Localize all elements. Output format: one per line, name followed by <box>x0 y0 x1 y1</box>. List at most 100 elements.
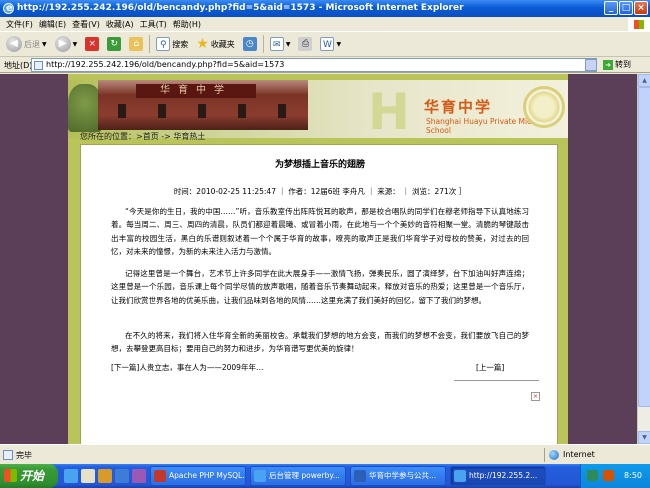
task-huayu[interactable]: 华育中学参与公共... <box>350 466 446 486</box>
word-icon <box>354 470 366 482</box>
task-label: Apache PHP MySQL... <box>169 471 246 480</box>
history-button[interactable]: ◷ <box>241 37 259 51</box>
tray-app-icon[interactable] <box>603 470 614 481</box>
menu-view[interactable]: 查看(V) <box>72 17 106 31</box>
back-button[interactable]: ◀ 后退 ▼ <box>4 36 49 52</box>
ie-icon <box>3 0 14 17</box>
article-card: 为梦想插上音乐的翅膀 时间：2010-02-25 11:25:47 ｜ 作者：1… <box>80 144 558 444</box>
globe-icon <box>549 450 559 460</box>
previous-article-link[interactable]: [上一篇] <box>476 362 504 373</box>
search-icon: ⚲ <box>156 37 171 51</box>
broken-image-icon: × <box>531 392 540 401</box>
task-label: 华育中学参与公共... <box>369 471 437 480</box>
article-meta: 时间：2010-02-25 11:25:47 ｜ 作者：12届6班 李舟凡 ｜ … <box>173 187 467 196</box>
article-title: 为梦想插上音乐的翅膀 <box>274 160 365 170</box>
app-quicklaunch-icon[interactable] <box>132 469 146 483</box>
article-paragraph: 在不久的将来，我们将入住华育全新的美丽校舍。承载我们梦想的地方会变，而我们的梦想… <box>111 331 529 354</box>
toolbar-separator <box>262 35 264 53</box>
mail-icon: ✉ <box>269 37 284 51</box>
menu-bar: 文件(F) 编辑(E) 查看(V) 收藏(A) 工具(T) 帮助(H) <box>0 17 650 32</box>
school-emblem-icon <box>523 86 565 128</box>
edit-icon: W <box>320 37 335 51</box>
maximize-button[interactable]: □ <box>619 1 633 15</box>
forward-arrow-icon: ▶ <box>54 36 71 52</box>
print-icon: ⎙ <box>298 37 313 51</box>
page-done-icon <box>3 450 13 460</box>
school-building-image: 华育中学 <box>98 80 308 130</box>
window-title: http://192.255.242.196/old/bencandy.php?… <box>17 3 464 13</box>
start-label: 开始 <box>20 469 45 483</box>
desktop-quicklaunch-icon[interactable] <box>81 469 95 483</box>
address-url: http://192.255.242.196/old/bencandy.php?… <box>46 60 285 69</box>
vertical-scrollbar[interactable]: ▲ ▼ <box>637 74 650 444</box>
site-container: 华育中学 H 华育中学 Shanghai Huayu Private Middl… <box>68 74 568 444</box>
windows-flag-icon <box>4 469 17 482</box>
mail-dropdown-icon[interactable]: ▼ <box>286 41 291 48</box>
task-browser-active[interactable]: http://192.255.2... <box>450 466 546 486</box>
network-icon[interactable] <box>587 470 598 481</box>
go-arrow-icon: ➜ <box>603 60 613 70</box>
stop-button[interactable]: × <box>83 37 101 51</box>
explorer-quicklaunch-icon[interactable] <box>115 469 129 483</box>
article-paragraph: 记得这里曾是一个舞台，艺术节上许多同学在此大展身手——激情飞扬，弹奏民乐，圆了演… <box>111 269 529 305</box>
ie-icon <box>254 470 266 482</box>
zone-label: Internet <box>563 450 595 459</box>
search-button[interactable]: ⚲ 搜索 <box>154 37 190 51</box>
window-shape <box>118 104 126 118</box>
taskbar: 开始 Apache PHP MySQL... 后台管理 powerby... 华… <box>0 464 650 488</box>
go-button[interactable]: ➜ 转到 <box>603 59 631 70</box>
forward-dropdown-icon[interactable]: ▼ <box>73 41 78 48</box>
menu-tools[interactable]: 工具(T) <box>140 17 173 31</box>
menu-file[interactable]: 文件(F) <box>6 17 39 31</box>
scroll-thumb[interactable] <box>638 87 650 407</box>
scroll-up-arrow-icon[interactable]: ▲ <box>638 74 650 87</box>
edit-dropdown-icon[interactable]: ▼ <box>336 41 341 48</box>
status-bar: 完毕 Internet <box>0 444 650 464</box>
task-admin[interactable]: 后台管理 powerby... <box>250 466 346 486</box>
edit-button[interactable]: W ▼ <box>318 37 343 51</box>
window-shape <box>158 104 166 118</box>
favorites-button[interactable]: ★ 收藏夹 <box>194 36 237 52</box>
mail-button[interactable]: ✉ ▼ <box>268 37 293 51</box>
start-button[interactable]: 开始 <box>0 464 58 488</box>
address-input[interactable]: http://192.255.242.196/old/bencandy.php?… <box>31 58 597 72</box>
menu-help[interactable]: 帮助(H) <box>173 17 207 31</box>
window-shape <box>238 104 246 118</box>
article-paragraph: “今天是你的生日，我的中国……”听，音乐教室传出阵阵悦耳的歌声，那是校合唱队的同… <box>111 207 529 257</box>
tree-image <box>68 84 102 132</box>
toolbar-separator <box>149 35 151 53</box>
close-button[interactable]: × <box>634 1 648 15</box>
print-button[interactable]: ⎙ <box>296 37 314 51</box>
back-arrow-icon: ◀ <box>6 36 22 52</box>
task-apache[interactable]: Apache PHP MySQL... <box>150 466 246 486</box>
scroll-down-arrow-icon[interactable]: ▼ <box>638 431 650 444</box>
next-article-link[interactable]: [下一篇]人贵立志，事在人为——2009年年… <box>111 362 263 373</box>
clock: 8:50 <box>624 471 642 480</box>
minimize-button[interactable]: _ <box>604 1 618 15</box>
apache-icon <box>154 470 166 482</box>
go-label: 转到 <box>615 60 631 69</box>
menu-edit[interactable]: 编辑(E) <box>39 17 72 31</box>
window-title-bar: http://192.255.242.196/old/bencandy.php?… <box>0 0 650 17</box>
window-shape <box>198 104 206 118</box>
history-icon: ◷ <box>242 37 257 51</box>
windows-logo-icon <box>628 17 650 32</box>
ie-quicklaunch-icon[interactable] <box>64 469 78 483</box>
address-bar: 地址(D) http://192.255.242.196/old/bencand… <box>0 57 650 73</box>
stop-icon: × <box>85 37 100 51</box>
back-dropdown-icon[interactable]: ▼ <box>42 41 47 48</box>
home-button[interactable]: ⌂ <box>127 37 145 51</box>
h-logo-mark: H <box>368 83 410 141</box>
back-label: 后退 <box>24 39 40 49</box>
star-icon: ★ <box>196 36 209 52</box>
address-dropdown-icon[interactable] <box>585 59 597 71</box>
home-icon: ⌂ <box>129 37 144 51</box>
breadcrumb[interactable]: 您所在的位置：>首页 -> 华育热土 <box>80 131 205 142</box>
favorites-label: 收藏夹 <box>210 39 235 49</box>
window-shape <box>278 104 286 118</box>
forward-button[interactable]: ▶ ▼ <box>53 36 80 52</box>
toolbar: ◀ 后退 ▼ ▶ ▼ × ↻ ⌂ ⚲ 搜索 ★ 收藏夹 ◷ ✉ ▼ ⎙ W ▼ <box>0 32 650 57</box>
media-quicklaunch-icon[interactable] <box>98 469 112 483</box>
refresh-button[interactable]: ↻ <box>105 37 123 51</box>
menu-favorites[interactable]: 收藏(A) <box>106 17 140 31</box>
